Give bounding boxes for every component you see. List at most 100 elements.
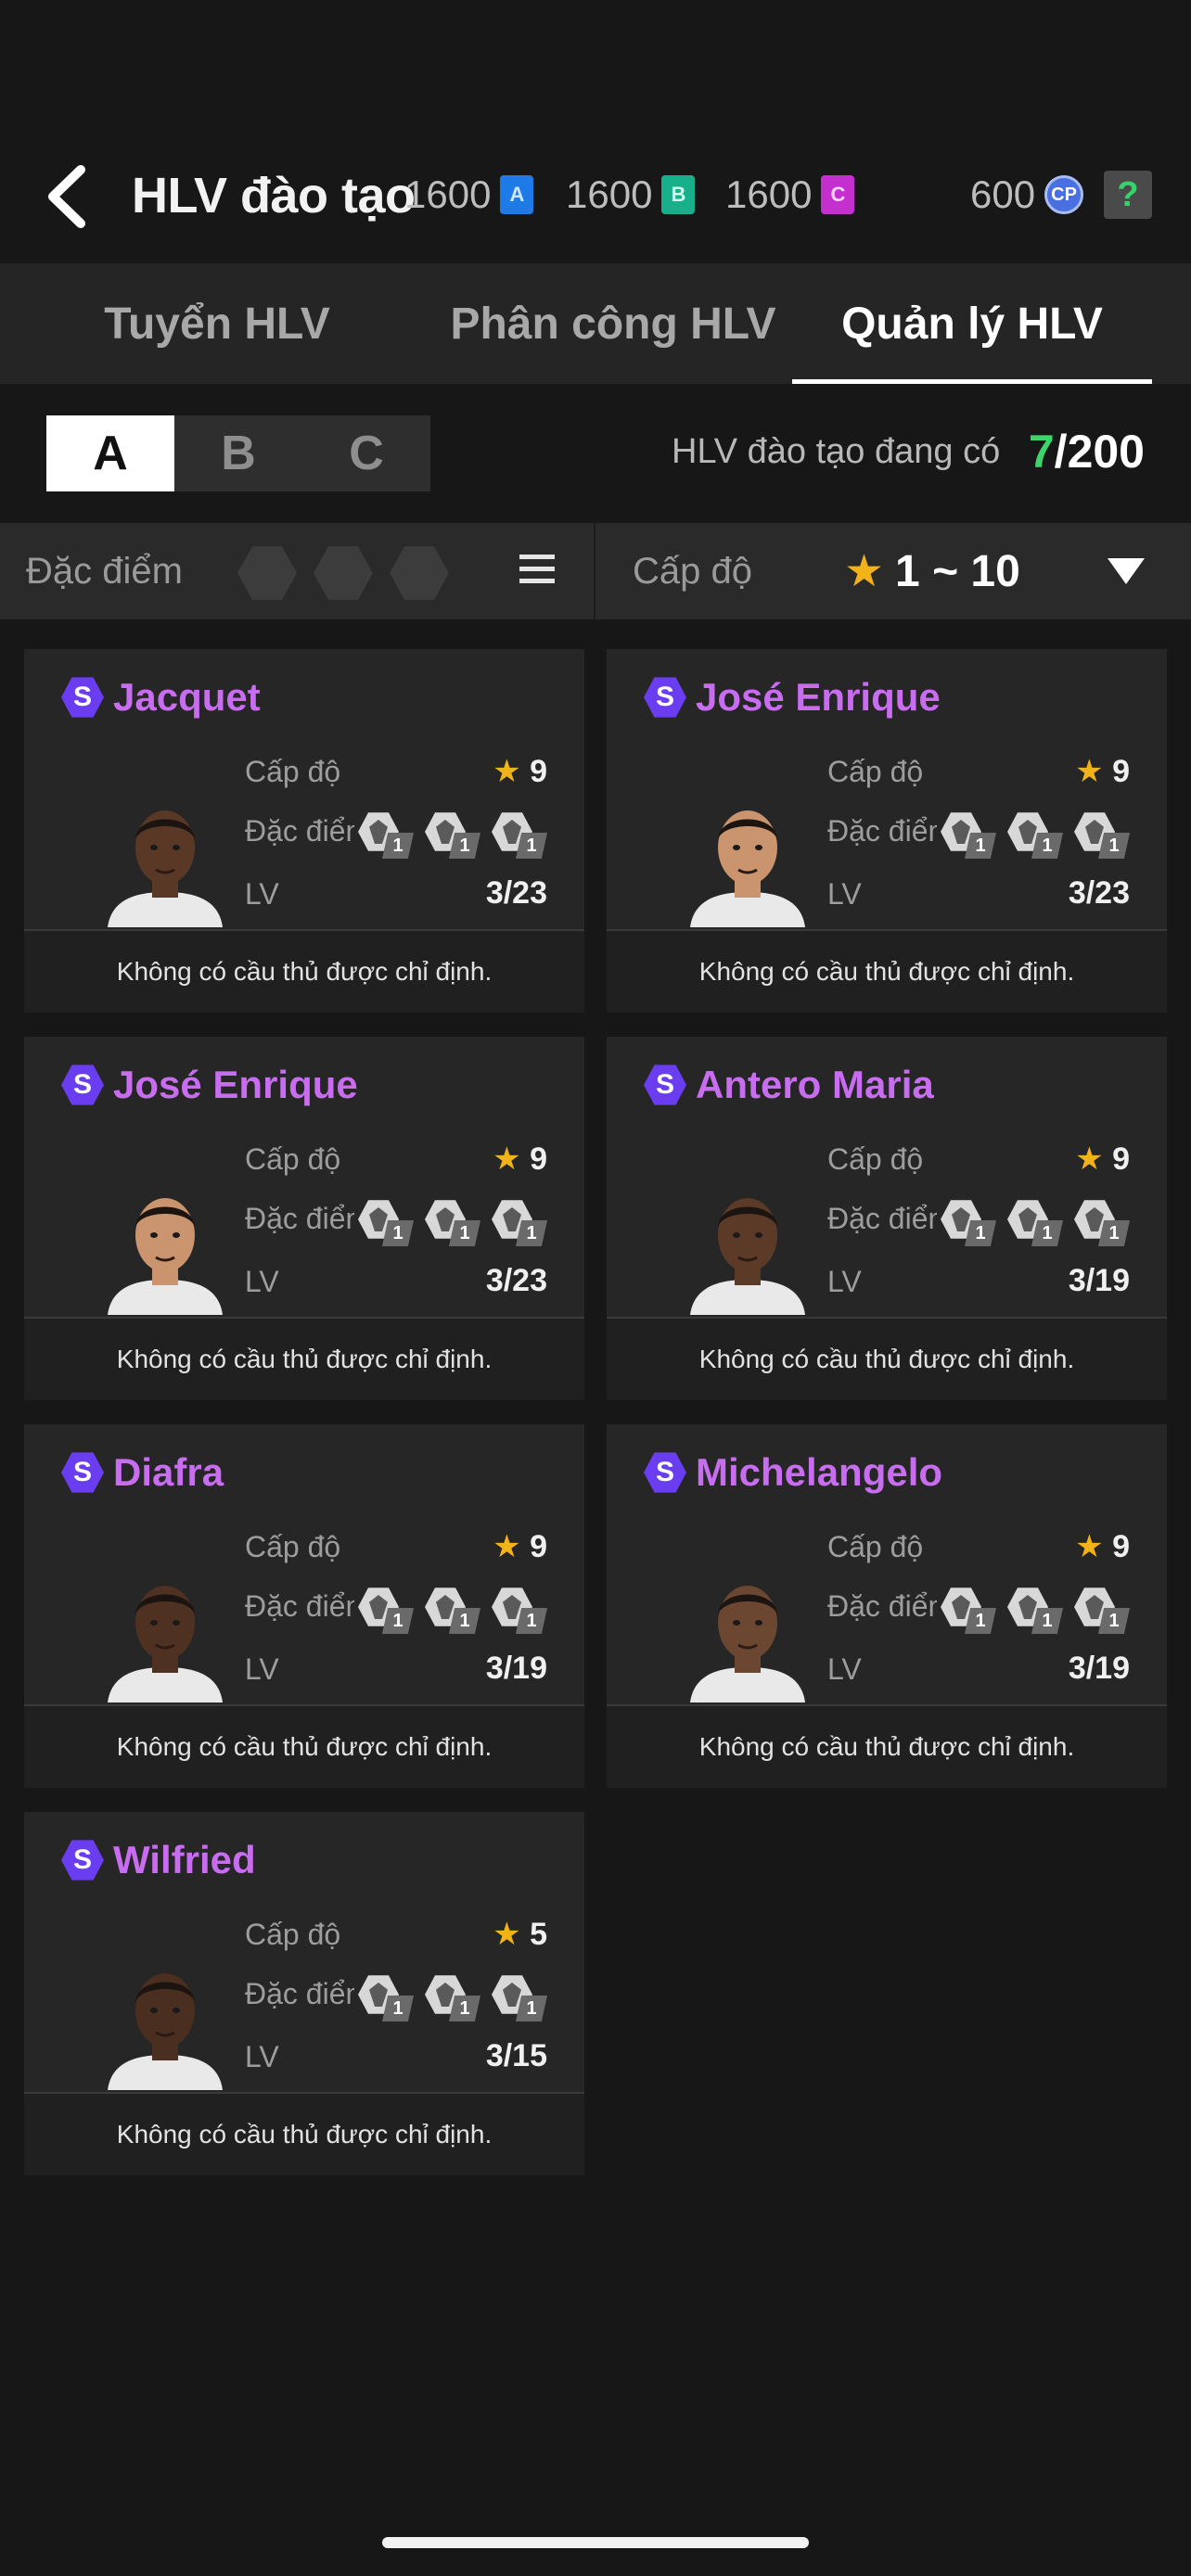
level-filter[interactable]: Cấp độ ★ 1 ~ 10 xyxy=(596,523,1191,619)
level-label: Cấp độ xyxy=(245,755,341,788)
tab-manage-coach[interactable]: Quản lý HLV xyxy=(792,263,1152,384)
dropdown-arrow-icon[interactable] xyxy=(1108,558,1145,584)
coach-card[interactable]: S Jacquet Cấp độ ★ 9 Đặc điểm 1 xyxy=(24,649,584,1013)
coach-name-row: S Jacquet xyxy=(61,675,261,720)
trait-badge-icon: 1 xyxy=(1074,810,1132,859)
lv-label: LV xyxy=(245,2040,279,2073)
coach-level: ★ 9 xyxy=(493,753,547,790)
rank-s-icon: S xyxy=(61,1840,104,1881)
trait-list: 1 1 1 xyxy=(358,1198,549,1246)
trait-badge-icon: 1 xyxy=(941,810,998,859)
menu-icon[interactable] xyxy=(519,555,555,588)
coach-avatar xyxy=(108,1586,223,1702)
coach-name-row: S Diafra xyxy=(61,1450,224,1495)
trait-badge-icon: 1 xyxy=(1007,1198,1065,1246)
trait-list: 1 1 1 xyxy=(358,810,549,859)
coach-level-value: 9 xyxy=(1112,754,1130,789)
level-filter-label: Cấp độ xyxy=(633,551,752,592)
currency-cp: 600 CP xyxy=(970,172,1084,217)
coach-lv: 3/19 xyxy=(1068,1263,1130,1298)
star-icon: ★ xyxy=(493,1529,521,1564)
trait-label: Đặc điểm xyxy=(827,814,937,848)
coach-card[interactable]: S Antero Maria Cấp độ ★ 9 Đặc điểm 1 xyxy=(607,1037,1167,1400)
group-selector: A B C xyxy=(46,415,430,491)
lv-label: LV xyxy=(827,1265,862,1298)
coach-card[interactable]: S Diafra Cấp độ ★ 9 Đặc điểm 1 xyxy=(24,1424,584,1788)
segment-c[interactable]: C xyxy=(302,415,430,491)
trait-list: 1 1 1 xyxy=(358,1973,549,2021)
coach-card[interactable]: S Michelangelo Cấp độ ★ 9 Đặc điểm 1 xyxy=(607,1424,1167,1788)
coach-lv: 3/23 xyxy=(1068,875,1130,911)
trait-slot-2[interactable] xyxy=(314,546,373,600)
lv-label: LV xyxy=(245,877,279,911)
trait-badge-icon: 1 xyxy=(358,1198,416,1246)
back-button[interactable] xyxy=(37,163,96,230)
level-range-value: 1 ~ 10 xyxy=(895,546,1020,596)
trait-badge-icon: 1 xyxy=(492,1198,549,1246)
trait-label: Đặc điểm xyxy=(245,814,354,848)
coach-count-label: HLV đào tạo đang có xyxy=(672,432,1001,471)
coach-name-row: S Michelangelo xyxy=(644,1450,942,1495)
trait-badge-icon: 1 xyxy=(941,1198,998,1246)
trait-label: Đặc điểm xyxy=(245,1589,354,1623)
trait-badge-icon: 1 xyxy=(1007,810,1065,859)
coach-name: Diafra xyxy=(113,1450,224,1494)
rank-s-icon: S xyxy=(644,677,686,718)
trait-badge-icon: 1 xyxy=(425,1973,482,2021)
trait-slot-3[interactable] xyxy=(390,546,449,600)
rank-s-icon: S xyxy=(61,1452,104,1493)
level-label: Cấp độ xyxy=(245,1918,341,1951)
lv-label: LV xyxy=(827,1652,862,1686)
coach-card[interactable]: S José Enrique Cấp độ ★ 9 Đặc điểm 1 xyxy=(24,1037,584,1400)
filter-bar: Đặc điểm c Cấp độ ★ 1 ~ 10 xyxy=(0,523,1191,619)
assignment-status: Không có cầu thủ được chỉ định. xyxy=(607,1319,1167,1400)
coach-name-row: S José Enrique xyxy=(644,675,941,720)
tab-assign-coach[interactable]: Phân công HLV xyxy=(434,263,792,384)
trait-badge-icon: 1 xyxy=(425,1586,482,1634)
segment-a[interactable]: A xyxy=(46,415,174,491)
coach-avatar xyxy=(108,1973,223,2090)
coach-lv: 3/23 xyxy=(485,1263,547,1298)
currency-a: 1600 A xyxy=(404,172,534,217)
trait-badge-icon: 1 xyxy=(492,1973,549,2021)
assignment-status: Không có cầu thủ được chỉ định. xyxy=(24,931,584,1013)
coach-level: ★ 9 xyxy=(493,1528,547,1565)
trait-filter: Đặc điểm c xyxy=(0,523,596,619)
trait-slot-1[interactable] xyxy=(237,546,297,600)
segment-b[interactable]: B xyxy=(174,415,302,491)
rank-s-icon: S xyxy=(644,1452,686,1493)
level-label: Cấp độ xyxy=(827,1142,924,1176)
coach-lv: 3/23 xyxy=(485,875,547,911)
level-label: Cấp độ xyxy=(827,1530,924,1563)
star-icon: ★ xyxy=(1075,1529,1104,1564)
coach-level-value: 9 xyxy=(530,1141,547,1177)
coach-name-row: S Antero Maria xyxy=(644,1063,934,1107)
coach-card[interactable]: S Wilfried Cấp độ ★ 5 Đặc điểm 1 xyxy=(24,1812,584,2175)
tab-bar: Tuyển HLV Phân công HLV Quản lý HLV xyxy=(0,263,1191,384)
trait-badge-icon: 1 xyxy=(492,1586,549,1634)
trait-badge-icon: 1 xyxy=(1074,1586,1132,1634)
trait-badge-icon: 1 xyxy=(358,1586,416,1634)
trait-list: 1 1 1 xyxy=(941,810,1132,859)
coach-name: José Enrique xyxy=(113,1063,358,1106)
trait-badge-icon: 1 xyxy=(1007,1586,1065,1634)
ticket-c-icon: C xyxy=(821,175,855,214)
trait-list: 1 1 1 xyxy=(358,1586,549,1634)
tab-recruit-coach[interactable]: Tuyển HLV xyxy=(0,263,434,384)
star-icon: ★ xyxy=(1075,1141,1104,1177)
coach-avatar xyxy=(690,1586,805,1702)
assignment-status: Không có cầu thủ được chỉ định. xyxy=(24,1706,584,1788)
currency-a-amount: 1600 xyxy=(404,172,492,216)
star-icon: ★ xyxy=(493,754,521,789)
lv-label: LV xyxy=(827,877,862,911)
trait-label: Đặc điểm xyxy=(245,1977,354,2010)
help-button[interactable]: ? xyxy=(1104,171,1152,219)
level-label: Cấp độ xyxy=(827,755,924,788)
coach-level: ★ 5 xyxy=(493,1916,547,1953)
trait-list: 1 1 1 xyxy=(941,1586,1132,1634)
currency-b-amount: 1600 xyxy=(566,172,653,216)
coach-name: José Enrique xyxy=(696,675,941,719)
trait-badge-icon: 1 xyxy=(358,1973,416,2021)
coach-card[interactable]: S José Enrique Cấp độ ★ 9 Đặc điểm 1 xyxy=(607,649,1167,1013)
coach-name: Jacquet xyxy=(113,675,261,719)
